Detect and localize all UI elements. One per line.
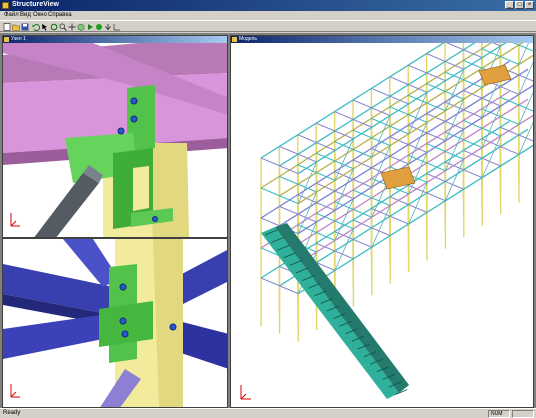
detail-render-bottom[interactable]: [3, 239, 228, 408]
app-window: StructureView _ □ × Файл Вид Окно Справк…: [0, 0, 536, 418]
status-bar: Ready NUM: [0, 408, 536, 418]
detail-render-top[interactable]: [3, 43, 228, 238]
menu-help[interactable]: Справка: [48, 12, 72, 18]
maximize-button[interactable]: □: [515, 1, 524, 9]
rotate-icon[interactable]: [50, 23, 58, 31]
save-icon[interactable]: [21, 23, 29, 31]
app-icon: [2, 2, 9, 9]
select-icon[interactable]: [41, 23, 49, 31]
play-icon[interactable]: [86, 23, 94, 31]
menu-view[interactable]: Вид: [20, 12, 31, 18]
close-button[interactable]: ×: [525, 1, 534, 9]
pane-icon: [232, 37, 237, 42]
zoom-icon[interactable]: [59, 23, 67, 31]
open-icon[interactable]: [12, 23, 20, 31]
detail-view-bottom[interactable]: [2, 238, 228, 408]
detail-view-top[interactable]: Узел 1: [2, 35, 228, 238]
model-view[interactable]: Модель: [230, 35, 534, 408]
minimize-button[interactable]: _: [505, 1, 514, 9]
stop-icon[interactable]: [95, 23, 103, 31]
mdi-workspace: Узел 1 Модель: [0, 33, 536, 408]
undo-icon[interactable]: [32, 23, 40, 31]
menu-bar: Файл Вид Окно Справка: [0, 11, 536, 20]
bolt: [152, 216, 158, 222]
menu-window[interactable]: Окно: [33, 12, 47, 18]
axes-icon[interactable]: [113, 23, 121, 31]
bolt: [117, 127, 125, 135]
pane-title-bar[interactable]: Узел 1: [3, 36, 227, 43]
bolt: [130, 97, 138, 105]
pane-title-bar[interactable]: Модель: [231, 36, 533, 43]
pan-icon[interactable]: [68, 23, 76, 31]
window-title: StructureView: [12, 1, 59, 8]
bolt: [130, 115, 138, 123]
model-render[interactable]: [231, 43, 534, 408]
down-arrow-icon[interactable]: [104, 23, 112, 31]
status-text: Ready: [3, 410, 21, 416]
title-bar[interactable]: StructureView _ □ ×: [0, 0, 536, 11]
status-cell: NUM: [488, 410, 510, 418]
pane-icon: [4, 37, 9, 42]
new-icon[interactable]: [3, 23, 11, 31]
pane-title: Узел 1: [11, 36, 26, 42]
cube-icon[interactable]: [77, 23, 85, 31]
toolbar: [0, 20, 536, 32]
status-cell: [512, 410, 534, 418]
menu-file[interactable]: Файл: [4, 12, 19, 18]
pane-title: Модель: [239, 36, 257, 42]
